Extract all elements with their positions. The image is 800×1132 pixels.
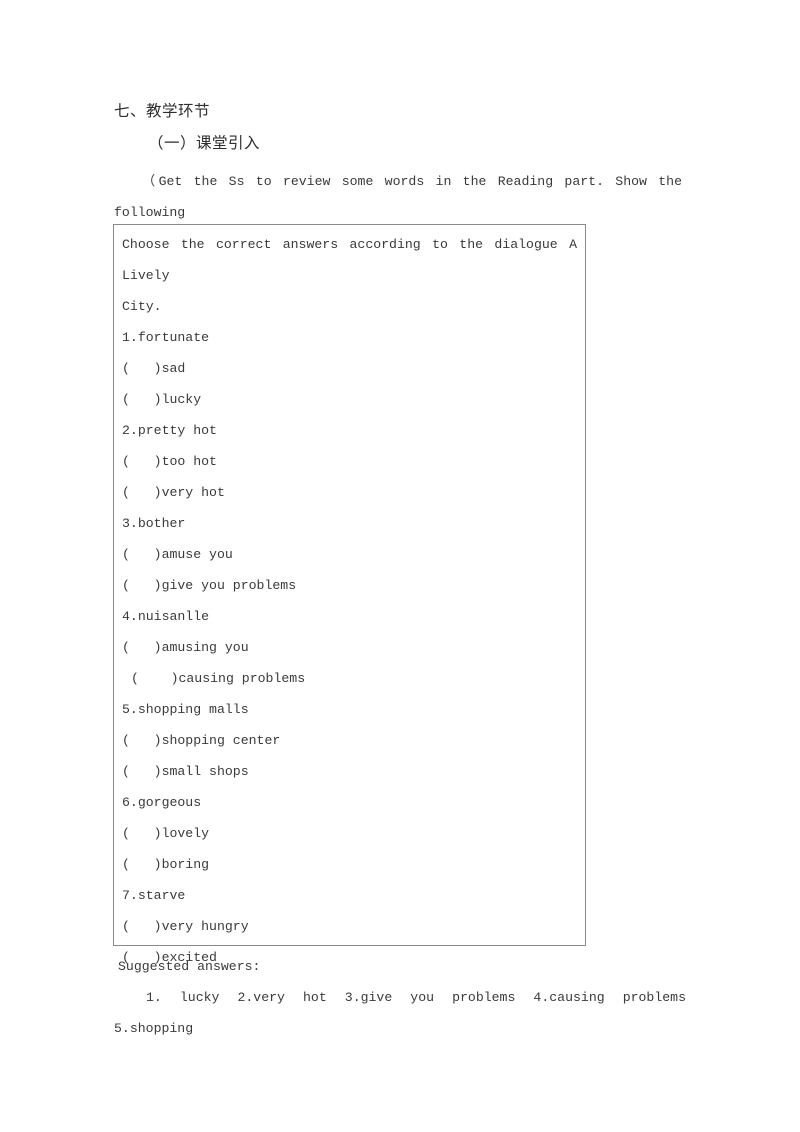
exercise-line: ( )very hot [122,485,225,500]
exercise-instruction-line-1: Choose the correct answers according to … [122,237,577,283]
exercise-line: 7.starve [122,888,186,903]
subsection-heading: （一）课堂引入 [148,135,261,152]
exercise-instruction-line-2: City. [122,299,162,314]
section-heading: 七、教学环节 [114,103,211,120]
exercise-line: ( )lucky [122,392,202,407]
suggested-answers-line: 1. lucky 2.very hot 3.give you problems … [114,990,686,1036]
exercise-line: ( )give you problems [122,578,297,593]
exercise-line: 3.bother [122,516,186,531]
exercise-line: ( )very hungry [122,919,249,934]
exercise-line: ( )amuse you [122,547,233,562]
exercise-line: 4.nuisanlle [122,609,210,624]
exercise-box-content: Choose the correct answers according to … [122,229,577,973]
exercise-box: Choose the correct answers according to … [113,224,586,965]
exercise-line: ( )too hot [122,454,217,469]
exercise-line: ( )sad [122,361,186,376]
document-page: 七、教学环节 （一）课堂引入 （Get the Ss to review som… [0,0,800,1132]
exercise-line: ( )lovely [122,826,210,841]
exercise-line: ( )shopping center [122,733,281,748]
exercise-line: 6.gorgeous [122,795,202,810]
exercise-line: ( )boring [122,857,210,872]
exercise-line: ( )amusing you [122,640,249,655]
intro-paragraph-line-1: （Get the Ss to review some words in the … [114,174,682,220]
exercise-line-list: 1.fortunate ( )sad ( )lucky 2.pretty hot ( )… [122,322,577,973]
suggested-answers-label: Suggested answers: [118,959,261,974]
exercise-line: ( )causing problems [131,671,306,686]
exercise-line: ( )small shops [122,764,249,779]
exercise-line: 2.pretty hot [122,423,217,438]
exercise-line: 5.shopping malls [122,702,249,717]
exercise-line: 1.fortunate [122,330,210,345]
